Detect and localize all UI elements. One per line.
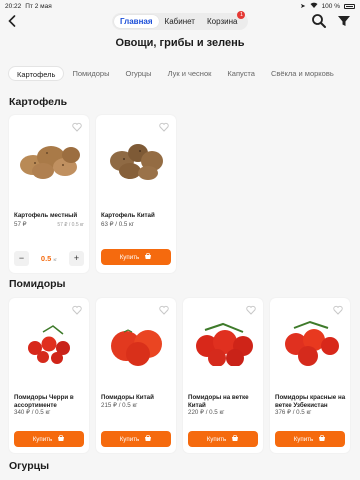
product-image — [285, 320, 339, 366]
chip-onion-garlic[interactable]: Лук и чеснок — [160, 66, 220, 81]
product-image — [196, 322, 253, 366]
tab-cart[interactable]: Корзина 1 — [201, 11, 246, 28]
chip-cabbage[interactable]: Капуста — [219, 66, 263, 81]
section-title-potatoes: Картофель — [9, 96, 68, 108]
cart-icon — [58, 435, 65, 441]
product-card[interactable]: Помидоры Черри в ассортименте 340 ₽ / 0.… — [9, 298, 89, 453]
product-card[interactable]: Картофель местный 57 ₽ 57 ₽ / 0.5 кг − 0… — [9, 115, 89, 273]
cart-icon — [319, 435, 326, 441]
product-name: Помидоры на ветке Китай — [188, 394, 249, 409]
increment-button[interactable]: + — [69, 250, 84, 266]
product-name: Картофель местный — [14, 212, 78, 219]
category-chips: Картофель Помидоры Огурцы Лук и чеснок К… — [8, 65, 360, 81]
tab-cabinet[interactable]: Кабинет — [159, 15, 201, 28]
decrement-button[interactable]: − — [14, 250, 29, 266]
quantity-stepper: − 0.5 кг + — [14, 250, 84, 266]
product-unit-price: 57 ₽ / 0.5 кг — [57, 222, 84, 228]
section-title-cucumbers: Огурцы — [9, 460, 50, 472]
quantity-unit: кг — [53, 256, 58, 262]
product-image — [28, 325, 70, 364]
quantity-value: 0.5 кг — [41, 254, 57, 263]
cart-icon — [232, 435, 239, 441]
product-card[interactable]: Помидоры на ветке Китай 220 ₽ / 0.5 кг К… — [183, 298, 263, 453]
search-button[interactable] — [311, 13, 327, 29]
filter-button[interactable] — [336, 13, 352, 29]
product-price: 63 ₽ / 0.5 кг — [101, 221, 134, 228]
buy-button[interactable]: Купить — [14, 431, 84, 447]
cart-icon — [145, 435, 152, 441]
product-image — [20, 146, 80, 179]
product-card[interactable]: Помидоры Китай 215 ₽ / 0.5 кг Купить — [96, 298, 176, 453]
buy-button[interactable]: Купить — [101, 431, 171, 447]
product-card[interactable]: Картофель Китай 63 ₽ / 0.5 кг Купить — [96, 115, 176, 273]
tab-cart-label: Корзина — [206, 17, 238, 26]
buy-button-label: Купить — [293, 435, 314, 443]
page-title: Овощи, грибы и зелень — [115, 37, 245, 49]
buy-button[interactable]: Купить — [188, 431, 258, 447]
chip-cucumbers[interactable]: Огурцы — [117, 66, 159, 81]
main-nav-tabs: Главная Кабинет Корзина 1 — [112, 11, 248, 30]
product-price: 220 ₽ / 0.5 кг — [188, 409, 225, 416]
location-icon: ➤ — [300, 3, 306, 10]
buy-button-label: Купить — [32, 435, 53, 443]
battery-text: 100 % — [321, 2, 340, 10]
product-name: Помидоры красные на ветке Узбекистан — [275, 394, 346, 409]
product-price: 376 ₽ / 0.5 кг — [275, 409, 312, 416]
plus-icon: + — [73, 253, 80, 263]
buy-button[interactable]: Купить — [275, 431, 345, 447]
product-name: Помидоры Черри в ассортименте — [14, 394, 74, 409]
product-price: 57 ₽ — [14, 221, 27, 228]
chevron-left-icon — [8, 15, 16, 27]
product-image — [110, 144, 163, 180]
chip-potatoes[interactable]: Картофель — [8, 65, 65, 81]
search-icon — [312, 14, 326, 28]
product-price: 340 ₽ / 0.5 кг — [14, 409, 51, 416]
chip-beet-carrot[interactable]: Свёкла и морковь — [263, 66, 342, 81]
product-card[interactable]: Помидоры красные на ветке Узбекистан 376… — [270, 298, 350, 453]
top-bar: Главная Кабинет Корзина 1 — [0, 10, 360, 32]
product-image — [111, 329, 162, 366]
buy-button-label: Купить — [206, 435, 227, 443]
buy-button[interactable]: Купить — [101, 249, 171, 265]
minus-icon: − — [18, 253, 25, 263]
status-time: 20:22 — [5, 2, 22, 10]
cart-badge: 1 — [237, 11, 246, 19]
tab-home[interactable]: Главная — [114, 15, 159, 28]
product-name: Картофель Китай — [101, 212, 155, 219]
buy-button-label: Купить — [119, 253, 140, 261]
cart-icon — [145, 253, 152, 259]
chip-tomatoes[interactable]: Помидоры — [64, 66, 117, 81]
buy-button-label: Купить — [119, 435, 140, 443]
status-date: Пт 2 мая — [25, 2, 52, 10]
quantity-number: 0.5 — [40, 253, 52, 263]
product-name: Помидоры Китай — [101, 394, 154, 401]
product-price: 215 ₽ / 0.5 кг — [101, 402, 138, 409]
filter-icon — [338, 16, 350, 26]
wifi-icon — [310, 2, 318, 10]
battery-icon — [344, 3, 355, 9]
back-button[interactable] — [4, 12, 20, 30]
section-title-tomatoes: Помидоры — [9, 278, 66, 290]
